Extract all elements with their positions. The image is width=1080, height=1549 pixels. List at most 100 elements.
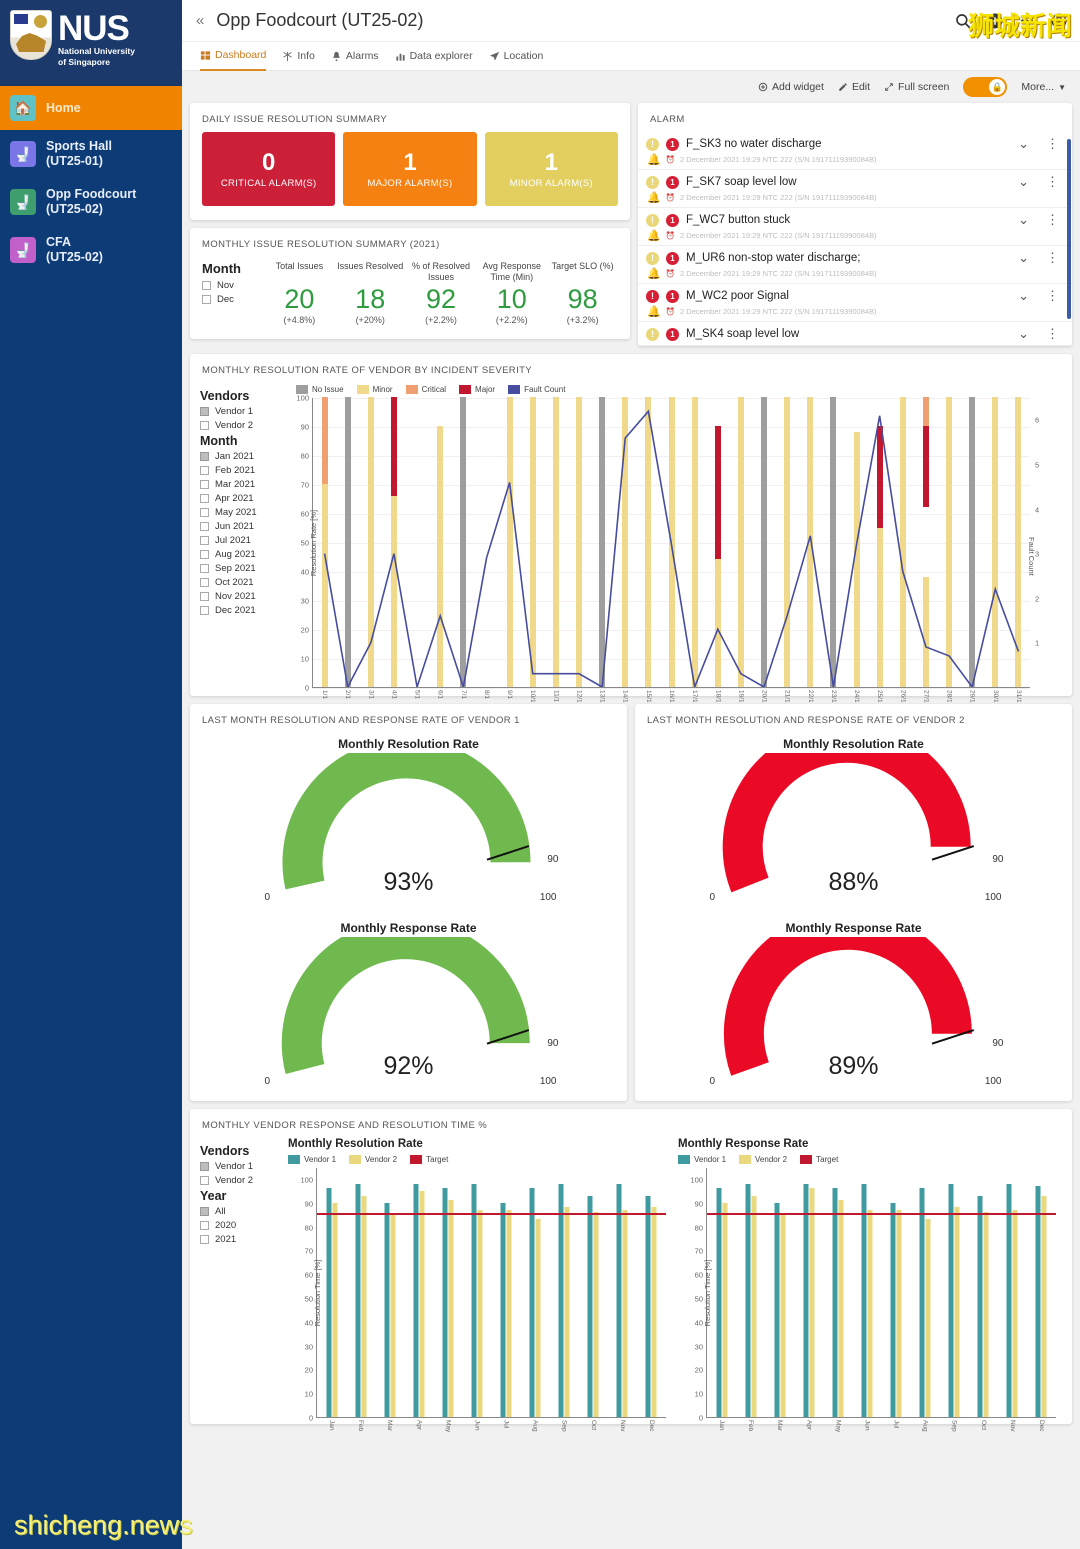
vendor-filter-vendor 2[interactable]: Vendor 2 xyxy=(200,420,282,431)
checkbox-icon[interactable] xyxy=(200,494,209,503)
chevron-down-icon[interactable]: ⌄ xyxy=(1013,288,1034,304)
chevron-down-icon[interactable]: ⌄ xyxy=(1013,326,1034,342)
sidebar-item-home[interactable]: 🏠 Home xyxy=(0,86,182,130)
checkbox-icon[interactable] xyxy=(202,295,211,304)
checkbox-icon[interactable] xyxy=(200,522,209,531)
checkbox-icon[interactable] xyxy=(200,466,209,475)
alarm-row[interactable]: ! 1 F_WC7 button stuck ⌄ ⋮ 🔔 ⏰ 2 Decembe… xyxy=(638,208,1072,246)
kpi-delta: (+4.8%) xyxy=(264,315,335,325)
year-filter-2021[interactable]: 2021 xyxy=(200,1234,282,1245)
resolution-plot[interactable]: 0102030405060708090100 Jan Feb Mar Apr M… xyxy=(316,1168,666,1418)
more-options-icon[interactable]: ⋮ xyxy=(1041,326,1064,342)
year-filter-all[interactable]: All xyxy=(200,1206,282,1217)
month-filter-apr 2021[interactable]: Apr 2021 xyxy=(200,493,282,504)
more-options-icon[interactable]: ⋮ xyxy=(1041,136,1064,152)
checkbox-icon[interactable] xyxy=(200,606,209,615)
lock-toggle[interactable]: 🔒 xyxy=(963,77,1007,97)
more-options-icon[interactable]: ⋮ xyxy=(1041,250,1064,266)
alarm-tile-1[interactable]: 1 MAJOR ALARM(S) xyxy=(343,132,476,206)
month-filter-feb 2021[interactable]: Feb 2021 xyxy=(200,465,282,476)
x-tick: 1/1 xyxy=(321,690,328,699)
x-tick: Jun xyxy=(863,1420,870,1430)
checkbox-icon[interactable] xyxy=(200,421,209,430)
tab-label: Location xyxy=(504,50,544,62)
add-widget-label: Add widget xyxy=(772,81,824,93)
full-screen-button[interactable]: Full screen xyxy=(884,81,949,93)
gauge-1[interactable]: 92% 0 100 90 xyxy=(259,937,559,1087)
checkbox-icon[interactable] xyxy=(200,1207,209,1216)
checkbox-icon[interactable] xyxy=(200,1221,209,1230)
tab-dashboard[interactable]: Dashboard xyxy=(200,42,266,71)
chevron-down-icon[interactable]: ⌄ xyxy=(1013,212,1034,228)
vendor-filter-vendor 1[interactable]: Vendor 1 xyxy=(200,406,282,417)
checkbox-icon[interactable] xyxy=(200,592,209,601)
checkbox-icon[interactable] xyxy=(200,508,209,517)
checkbox-icon[interactable] xyxy=(200,1235,209,1244)
month-filter-jan 2021[interactable]: Jan 2021 xyxy=(200,451,282,462)
sidebar-item-sports-hall[interactable]: 🚽 Sports Hall (UT25-01) xyxy=(0,130,182,178)
month-checkbox-nov[interactable]: Nov xyxy=(202,280,264,291)
alarm-list[interactable]: ! 1 F_SK3 no water discharge ⌄ ⋮ 🔔 ⏰ 2 D… xyxy=(638,132,1072,346)
account-icon[interactable] xyxy=(1046,8,1072,34)
checkbox-icon[interactable] xyxy=(200,536,209,545)
month-filter-sep 2021[interactable]: Sep 2021 xyxy=(200,563,282,574)
month-filter-aug 2021[interactable]: Aug 2021 xyxy=(200,549,282,560)
plus-circle-icon[interactable] xyxy=(982,8,1008,34)
tab-location[interactable]: Location xyxy=(489,42,544,71)
more-options-icon[interactable]: ⋮ xyxy=(1041,212,1064,228)
chevron-down-icon[interactable]: ⌄ xyxy=(1013,250,1034,266)
checkbox-icon[interactable] xyxy=(200,1176,209,1185)
tab-alarms[interactable]: Alarms xyxy=(331,42,379,71)
alarm-row[interactable]: ! 1 F_SK7 soap level low ⌄ ⋮ 🔔 ⏰ 2 Decem… xyxy=(638,170,1072,208)
alarm-scrollbar[interactable] xyxy=(1067,139,1071,319)
month-filter-mar 2021[interactable]: Mar 2021 xyxy=(200,479,282,490)
month-filter-jul 2021[interactable]: Jul 2021 xyxy=(200,535,282,546)
alarm-row[interactable]: ! 1 F_SK3 no water discharge ⌄ ⋮ 🔔 ⏰ 2 D… xyxy=(638,132,1072,170)
alarm-tile-0[interactable]: 0 CRITICAL ALARM(S) xyxy=(202,132,335,206)
tab-info[interactable]: Info xyxy=(282,42,315,71)
month-filter-oct 2021[interactable]: Oct 2021 xyxy=(200,577,282,588)
checkbox-icon[interactable] xyxy=(200,564,209,573)
bar-group xyxy=(803,1184,814,1417)
more-options-icon[interactable]: ⋮ xyxy=(1041,288,1064,304)
sidebar-item-cfa[interactable]: 🚽 CFA (UT25-02) xyxy=(0,226,182,274)
checkbox-icon[interactable] xyxy=(202,281,211,290)
alarm-tile-2[interactable]: 1 MINOR ALARM(S) xyxy=(485,132,618,206)
summary-row: DAILY ISSUE RESOLUTION SUMMARY 0 CRITICA… xyxy=(190,103,1072,346)
alarm-row[interactable]: ! 1 M_WC2 poor Signal ⌄ ⋮ 🔔 ⏰ 2 December… xyxy=(638,284,1072,322)
x-tick: Mar xyxy=(776,1420,783,1431)
alarm-row[interactable]: ! 1 M_SK4 soap level low ⌄ ⋮ xyxy=(638,322,1072,346)
more-menu-button[interactable]: More... ▼ xyxy=(1021,81,1066,93)
gauge-0[interactable]: 93% 0 100 90 xyxy=(259,753,559,903)
checkbox-icon[interactable] xyxy=(200,578,209,587)
month-checkbox-dec[interactable]: Dec xyxy=(202,294,264,305)
checkbox-icon[interactable] xyxy=(200,452,209,461)
alarm-row[interactable]: ! 1 M_UR6 non-stop water discharge; ⌄ ⋮ … xyxy=(638,246,1072,284)
chevron-down-icon[interactable]: ⌄ xyxy=(1013,136,1034,152)
search-icon[interactable] xyxy=(950,8,976,34)
month-filter-dec 2021[interactable]: Dec 2021 xyxy=(200,605,282,616)
month-filter-nov 2021[interactable]: Nov 2021 xyxy=(200,591,282,602)
alarm-meta-text: 2 December 2021 19:29 NTC 222 (S/N 19171… xyxy=(680,269,877,278)
checkbox-icon[interactable] xyxy=(200,407,209,416)
sidebar-collapse-icon[interactable]: « xyxy=(190,12,210,29)
checkbox-icon[interactable] xyxy=(200,480,209,489)
checkbox-icon[interactable] xyxy=(200,1162,209,1171)
month-filter-jun 2021[interactable]: Jun 2021 xyxy=(200,521,282,532)
gauge-0[interactable]: 88% 0 100 90 xyxy=(704,753,1004,903)
edit-button[interactable]: Edit xyxy=(838,81,870,93)
vendor-filter-vendor 2[interactable]: Vendor 2 xyxy=(200,1175,282,1186)
month-filter-may 2021[interactable]: May 2021 xyxy=(200,507,282,518)
year-filter-2020[interactable]: 2020 xyxy=(200,1220,282,1231)
tab-data-explorer[interactable]: Data explorer xyxy=(395,42,473,71)
gauge-1[interactable]: 89% 0 100 90 xyxy=(704,937,1004,1087)
severity-plot[interactable]: 01020304050607080901001234561/12/13/14/1… xyxy=(312,398,1030,688)
add-widget-button[interactable]: Add widget xyxy=(758,81,824,93)
chevron-down-icon[interactable]: ⌄ xyxy=(1013,174,1034,190)
grid-apps-icon[interactable] xyxy=(1014,8,1040,34)
response-plot[interactable]: 0102030405060708090100 Jan Feb Mar Apr M… xyxy=(706,1168,1056,1418)
vendor-filter-vendor 1[interactable]: Vendor 1 xyxy=(200,1161,282,1172)
sidebar-item-opp-foodcourt[interactable]: 🚽 Opp Foodcourt (UT25-02) xyxy=(0,178,182,226)
more-options-icon[interactable]: ⋮ xyxy=(1041,174,1064,190)
checkbox-icon[interactable] xyxy=(200,550,209,559)
